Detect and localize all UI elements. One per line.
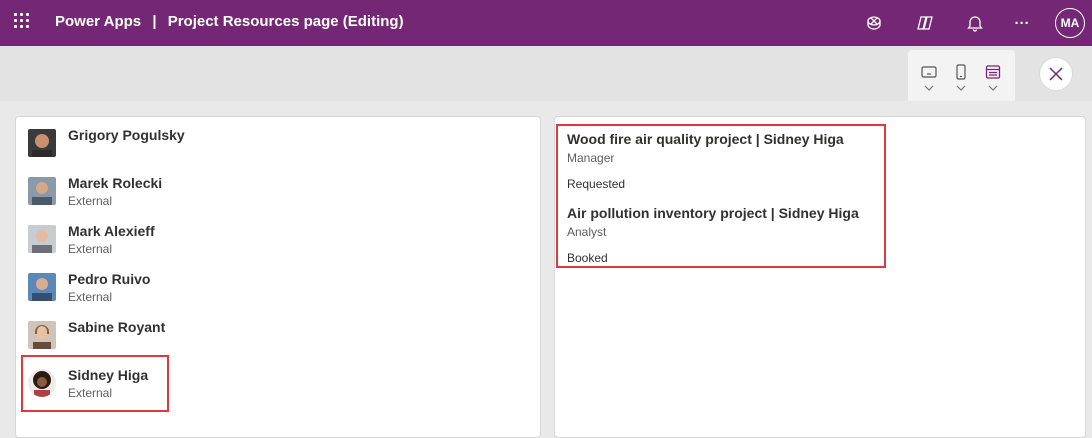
- web-layout-button[interactable]: [981, 60, 1005, 96]
- web-layout-icon: [985, 65, 1001, 79]
- selection-highlight: [21, 355, 169, 412]
- app-name: Power Apps: [55, 13, 142, 30]
- person-photo: [28, 225, 56, 253]
- project-assignments-panel: Wood fire air quality project | Sidney H…: [554, 116, 1086, 438]
- chevron-down-icon: [988, 85, 998, 91]
- person-item[interactable]: Mark Alexieff External: [28, 221, 428, 261]
- person-type: External: [68, 194, 113, 208]
- person-photo: [28, 177, 56, 205]
- person-item[interactable]: Pedro Ruivo External: [28, 269, 428, 309]
- person-item[interactable]: Grigory Pogulsky: [28, 125, 428, 165]
- person-name: Mark Alexieff: [68, 223, 155, 239]
- person-name: Pedro Ruivo: [68, 271, 151, 287]
- copilot-icon[interactable]: [914, 12, 936, 34]
- chevron-down-icon: [924, 85, 934, 91]
- user-avatar[interactable]: MA: [1055, 8, 1085, 38]
- title-separator: |: [152, 13, 157, 30]
- editor-toolbar: [0, 46, 1092, 101]
- tablet-layout-button[interactable]: [917, 60, 941, 96]
- bell-icon[interactable]: [964, 12, 986, 34]
- phone-layout-button[interactable]: [949, 60, 973, 96]
- person-photo: [28, 129, 56, 157]
- close-icon: [1049, 67, 1063, 81]
- waffle-icon[interactable]: [14, 13, 32, 31]
- person-item[interactable]: Marek Rolecki External: [28, 173, 428, 213]
- close-button[interactable]: [1039, 57, 1073, 91]
- person-name: Grigory Pogulsky: [68, 127, 185, 143]
- projects-highlight: [556, 124, 886, 268]
- page-title: Project Resources page (Editing): [167, 13, 404, 30]
- app-title: Power Apps | Project Resources page (Edi…: [55, 13, 404, 30]
- person-photo: [28, 321, 56, 349]
- person-name: Marek Rolecki: [68, 175, 163, 191]
- device-layout-group: [908, 50, 1015, 101]
- person-type: External: [68, 242, 113, 256]
- person-name: Sabine Royant: [68, 319, 166, 335]
- environment-icon[interactable]: [863, 12, 885, 34]
- chevron-down-icon: [956, 85, 966, 91]
- people-gallery: Grigory Pogulsky Marek Rolecki External …: [15, 116, 541, 438]
- person-item[interactable]: Sabine Royant: [28, 317, 428, 357]
- app-header: Power Apps | Project Resources page (Edi…: [0, 0, 1092, 46]
- phone-icon: [956, 64, 966, 80]
- more-icon[interactable]: ···: [1011, 12, 1033, 34]
- person-type: External: [68, 290, 113, 304]
- tablet-icon: [921, 66, 937, 78]
- person-photo: [28, 273, 56, 301]
